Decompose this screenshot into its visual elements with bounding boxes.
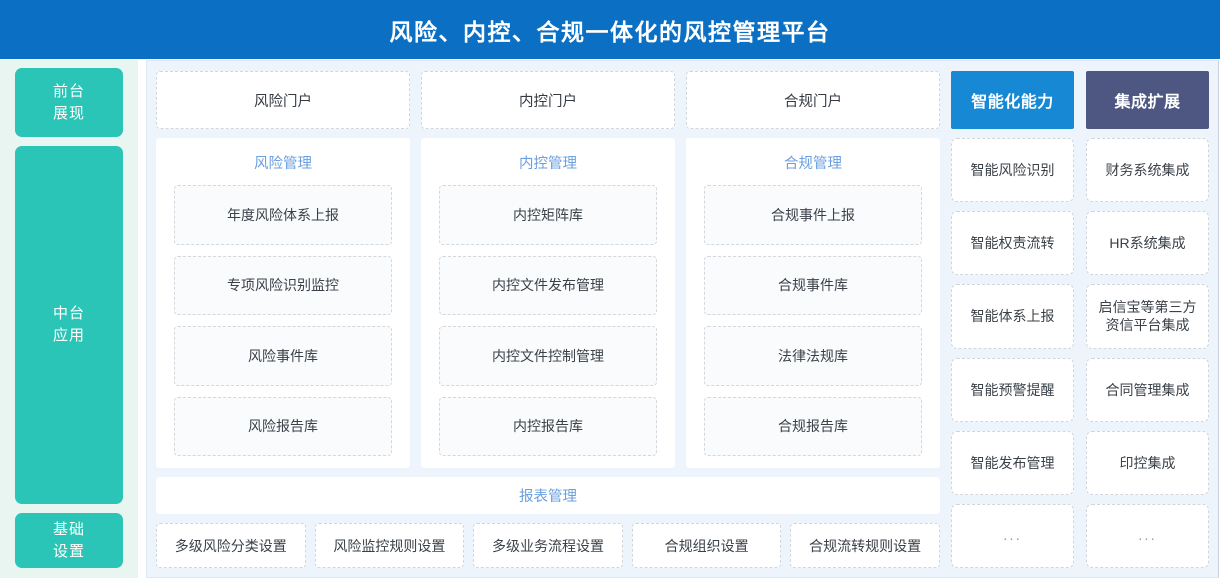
sidebar-item-basesettings-line1: 基础 — [52, 520, 85, 538]
platform-architecture-diagram: 风险、内控、合规一体化的风控管理平台 前台 展现 中台 应用 基础 设置 风险门… — [0, 0, 1220, 579]
layer-sidebar: 前台 展现 中台 应用 基础 设置 — [0, 60, 138, 578]
settings-row: 多级风险分类设置 风险监控规则设置 多级业务流程设置 合规组织设置 合规流转规则… — [156, 523, 940, 568]
item-card[interactable]: 内控文件控制管理 — [439, 326, 657, 386]
item-card[interactable]: 年度风险体系上报 — [174, 185, 392, 245]
sidebar-item-midplatform-line2: 应用 — [52, 327, 85, 344]
body-area: 前台 展现 中台 应用 基础 设置 风险门户 内控门户 合规门户 风险管理 年度… — [0, 59, 1220, 579]
column-header-intelligent-capability: 智能化能力 — [951, 71, 1074, 129]
portal-card-risk[interactable]: 风险门户 — [156, 71, 410, 129]
sidebar-item-midplatform[interactable]: 中台 应用 — [15, 146, 123, 504]
column-internal-control-management: 内控管理 内控矩阵库 内控文件发布管理 内控文件控制管理 内控报告库 — [421, 138, 675, 468]
column-title-internal-control-management: 内控管理 — [519, 156, 577, 172]
sidebar-item-frontend[interactable]: 前台 展现 — [15, 68, 123, 137]
column-compliance-management: 合规管理 合规事件上报 合规事件库 法律法规库 合规报告库 — [686, 138, 940, 468]
architecture-grid: 风险门户 内控门户 合规门户 风险管理 年度风险体系上报 专项风险识别监控 风险… — [156, 71, 1209, 569]
r-card-more[interactable]: ... — [1086, 503, 1209, 569]
r-card-third-party[interactable]: 启信宝等第三方 资信平台集成 — [1086, 284, 1209, 349]
portal-card-compliance[interactable]: 合规门户 — [686, 71, 940, 129]
setting-card-risk-classification[interactable]: 多级风险分类设置 — [156, 523, 306, 568]
setting-card-compliance-org[interactable]: 合规组织设置 — [631, 523, 782, 568]
report-management-bar[interactable]: 报表管理 — [156, 477, 940, 514]
item-card[interactable]: 法律法规库 — [704, 326, 922, 386]
column-title-risk-management: 风险管理 — [254, 156, 312, 172]
r-card[interactable]: 智能体系上报 — [951, 284, 1074, 349]
page-header: 风险、内控、合规一体化的风控管理平台 — [0, 0, 1220, 59]
item-card[interactable]: 风险报告库 — [174, 396, 392, 456]
r-card[interactable]: 智能预警提醒 — [951, 357, 1074, 422]
setting-card-risk-monitor-rules[interactable]: 风险监控规则设置 — [314, 523, 465, 568]
r-card[interactable]: 合同管理集成 — [1086, 357, 1209, 422]
r-card-third-party-line1: 启信宝等第三方 — [1098, 299, 1197, 316]
setting-card-compliance-flow-rules[interactable]: 合规流转规则设置 — [790, 523, 940, 568]
r-card[interactable]: 智能权责流转 — [951, 211, 1074, 276]
r-card-third-party-line2: 资信平台集成 — [1105, 317, 1190, 334]
r-card[interactable]: 智能发布管理 — [951, 430, 1074, 495]
item-card[interactable]: 专项风险识别监控 — [174, 255, 392, 315]
column-items-internal-control-management: 内控矩阵库 内控文件发布管理 内控文件控制管理 内控报告库 — [439, 185, 657, 456]
column-integration-extension: 集成扩展 财务系统集成 HR系统集成 启信宝等第三方 资信平台集成 合同管理集成… — [1086, 71, 1209, 569]
main-panel: 风险门户 内控门户 合规门户 风险管理 年度风险体系上报 专项风险识别监控 风险… — [146, 60, 1219, 578]
item-card[interactable]: 内控文件发布管理 — [439, 255, 657, 315]
item-card[interactable]: 合规事件上报 — [704, 185, 922, 245]
column-title-compliance-management: 合规管理 — [784, 156, 842, 172]
r-card[interactable]: 财务系统集成 — [1086, 138, 1209, 203]
sidebar-item-basesettings[interactable]: 基础 设置 — [15, 513, 123, 568]
setting-card-business-process[interactable]: 多级业务流程设置 — [473, 523, 623, 568]
column-intelligent-capability: 智能化能力 智能风险识别 智能权责流转 智能体系上报 智能预警提醒 智能发布管理… — [951, 71, 1074, 569]
sidebar-item-frontend-line2: 展现 — [52, 104, 85, 122]
item-card[interactable]: 内控报告库 — [439, 396, 657, 456]
sidebar-item-frontend-line1: 前台 — [52, 82, 85, 100]
item-card[interactable]: 内控矩阵库 — [439, 185, 657, 245]
sidebar-item-midplatform-line1: 中台 — [52, 305, 85, 323]
management-columns-row: 风险管理 年度风险体系上报 专项风险识别监控 风险事件库 风险报告库 内控管理 — [156, 138, 940, 468]
portal-card-internal-control[interactable]: 内控门户 — [421, 71, 675, 129]
item-card[interactable]: 合规报告库 — [704, 396, 922, 456]
column-items-compliance-management: 合规事件上报 合规事件库 法律法规库 合规报告库 — [704, 185, 922, 456]
right-block: 智能化能力 智能风险识别 智能权责流转 智能体系上报 智能预警提醒 智能发布管理… — [951, 71, 1209, 569]
r-card-more[interactable]: ... — [951, 503, 1074, 569]
column-risk-management: 风险管理 年度风险体系上报 专项风险识别监控 风险事件库 风险报告库 — [156, 138, 410, 468]
r-card[interactable]: 智能风险识别 — [951, 138, 1074, 203]
column-items-risk-management: 年度风险体系上报 专项风险识别监控 风险事件库 风险报告库 — [174, 185, 392, 456]
r-card[interactable]: 印控集成 — [1086, 430, 1209, 495]
item-card[interactable]: 合规事件库 — [704, 255, 922, 315]
portal-row: 风险门户 内控门户 合规门户 — [156, 71, 940, 129]
page-title: 风险、内控、合规一体化的风控管理平台 — [389, 18, 831, 45]
column-header-integration-extension: 集成扩展 — [1086, 71, 1209, 129]
item-card[interactable]: 风险事件库 — [174, 326, 392, 386]
left-block: 风险门户 内控门户 合规门户 风险管理 年度风险体系上报 专项风险识别监控 风险… — [156, 71, 940, 568]
r-card[interactable]: HR系统集成 — [1086, 211, 1209, 276]
sidebar-item-basesettings-line2: 设置 — [52, 542, 85, 560]
